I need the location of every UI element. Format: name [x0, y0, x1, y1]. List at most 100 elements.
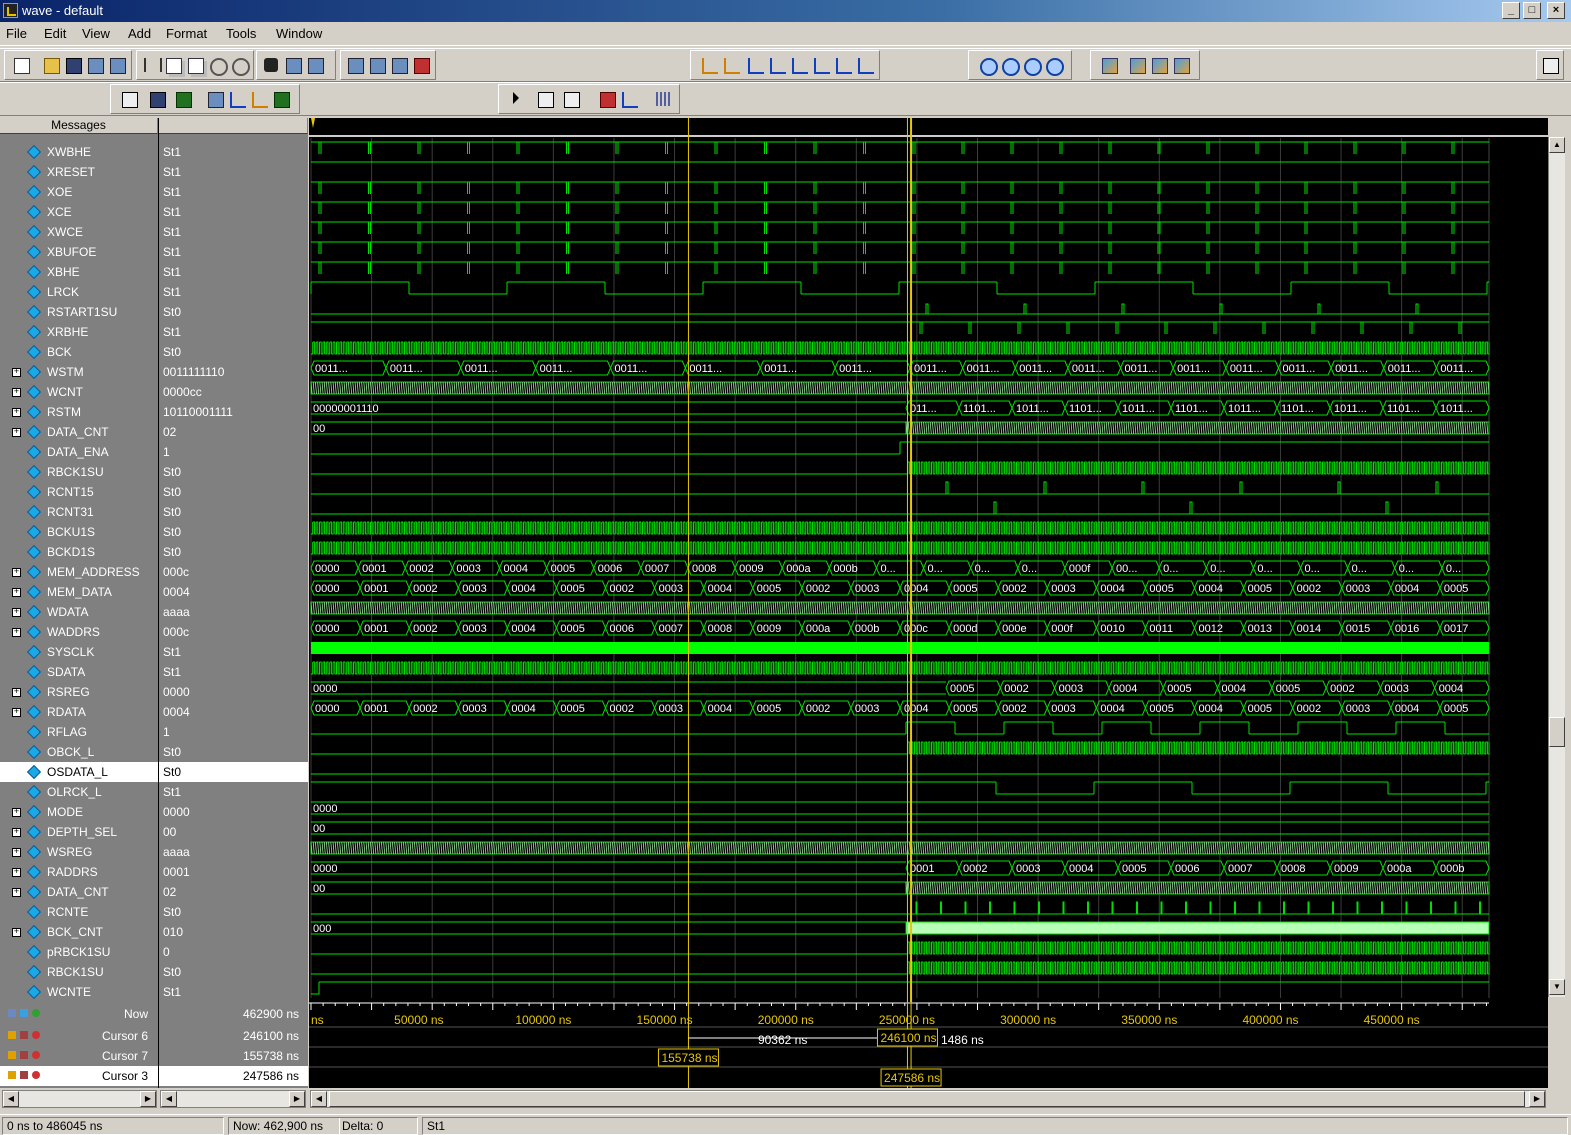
values-hscrollbar[interactable]: ◀ ▶	[160, 1090, 306, 1108]
menu-file[interactable]: File	[6, 26, 27, 41]
wave-hscrollbar[interactable]: ◀ ▶	[310, 1090, 1546, 1108]
expand-icon[interactable]: +	[12, 708, 21, 717]
signal-row-osdata_l[interactable]: OSDATA_L	[0, 762, 158, 782]
signal-row-bcku1s[interactable]: BCKU1S	[0, 522, 158, 542]
signal-row-rstart1su[interactable]: RSTART1SU	[0, 302, 158, 322]
prev-edge-icon[interactable]	[745, 55, 765, 75]
signal-row-raddrs[interactable]: + RADDRS	[0, 862, 158, 882]
vertical-scrollbar[interactable]: ▲ ▼	[1548, 137, 1565, 997]
hierarchy-icon[interactable]	[283, 55, 303, 75]
compile-icon[interactable]	[345, 55, 365, 75]
tree-icon[interactable]	[305, 55, 325, 75]
wave-scroll-thumb[interactable]	[329, 1091, 1525, 1107]
minimize-button[interactable]: _	[1502, 2, 1520, 19]
undo-icon[interactable]	[207, 55, 228, 76]
signal-row-obck_l[interactable]: OBCK_L	[0, 742, 158, 762]
signal-row-wdata[interactable]: + WDATA	[0, 602, 158, 622]
cursor-lock-icon[interactable]	[8, 1009, 48, 1019]
signal-row-data_ena[interactable]: DATA_ENA	[0, 442, 158, 462]
signal-row-sdata[interactable]: SDATA	[0, 662, 158, 682]
wave-format-icon[interactable]	[119, 89, 139, 109]
dividers-icon[interactable]	[227, 89, 247, 109]
scroll-left-icon[interactable]: ◀	[3, 1091, 19, 1107]
expand-icon[interactable]: +	[12, 408, 21, 417]
expand-icon[interactable]: +	[12, 888, 21, 897]
expand-icon[interactable]: +	[12, 588, 21, 597]
zoom-cursor-icon[interactable]	[1043, 55, 1064, 76]
signal-row-xrbhe[interactable]: XRBHE	[0, 322, 158, 342]
split-pane-icon[interactable]	[597, 89, 617, 109]
signal-row-rflag[interactable]: RFLAG	[0, 722, 158, 742]
signal-row-rdata[interactable]: + RDATA	[0, 702, 158, 722]
expand-icon[interactable]: +	[12, 568, 21, 577]
cursor-timeline[interactable]: ns 50000 ns 100000 ns 150000 ns 200000 ns 250…	[308, 1002, 1548, 1088]
stop-icon[interactable]	[411, 55, 431, 75]
expand-icon[interactable]: +	[12, 688, 21, 697]
signal-row-mem_address[interactable]: + MEM_ADDRESS	[0, 562, 158, 582]
expand-icon[interactable]: +	[12, 428, 21, 437]
new-file-icon[interactable]	[11, 55, 31, 75]
signal-row-wsreg[interactable]: + WSREG	[0, 842, 158, 862]
signal-row-rbck1su[interactable]: RBCK1SU	[0, 462, 158, 482]
expand-icon[interactable]: +	[12, 388, 21, 397]
insert-cursor-icon[interactable]	[699, 55, 719, 75]
scroll-right-icon[interactable]: ▶	[289, 1091, 305, 1107]
scroll-left-icon[interactable]: ◀	[311, 1091, 327, 1107]
waveform-pane[interactable]: 0011... 0011... 0011... 0011... 0011... 0011.…	[308, 118, 1548, 1002]
edge-format-2-icon[interactable]	[271, 89, 291, 109]
scroll-up-icon[interactable]: ▲	[1549, 137, 1565, 153]
signal-row-lrck[interactable]: LRCK	[0, 282, 158, 302]
signal-row-rcnte[interactable]: RCNTE	[0, 902, 158, 922]
signal-row-mode[interactable]: + MODE	[0, 802, 158, 822]
signal-row-waddrs[interactable]: + WADDRS	[0, 622, 158, 642]
select-mode-icon[interactable]	[507, 89, 527, 109]
signal-row-rcnt31[interactable]: RCNT31	[0, 502, 158, 522]
last-edge-icon[interactable]	[855, 55, 875, 75]
signal-row-xwce[interactable]: XWCE	[0, 222, 158, 242]
scroll-right-icon[interactable]: ▶	[1529, 1091, 1545, 1107]
menu-tools[interactable]: Tools	[226, 26, 256, 41]
names-hscrollbar[interactable]: ◀ ▶	[2, 1090, 157, 1108]
zoom-in-icon[interactable]	[977, 55, 998, 76]
find-icon[interactable]	[261, 55, 281, 75]
redo-icon[interactable]	[229, 55, 250, 76]
signal-row-bck[interactable]: BCK	[0, 342, 158, 362]
signal-row-xce[interactable]: XCE	[0, 202, 158, 222]
signal-row-data_cnt[interactable]: + DATA_CNT	[0, 882, 158, 902]
cursor-row-cursor-3[interactable]: Cursor 3	[0, 1066, 158, 1086]
signal-row-xwbhe[interactable]: XWBHE	[0, 142, 158, 162]
signal-row-xbufoe[interactable]: XBUFOE	[0, 242, 158, 262]
edge-format-icon[interactable]	[249, 89, 269, 109]
menu-window[interactable]: Window	[276, 26, 322, 41]
dataflow-icon[interactable]	[367, 55, 387, 75]
open-folder-icon[interactable]	[41, 55, 61, 75]
radix-icon[interactable]	[205, 89, 225, 109]
break-icon[interactable]	[389, 55, 409, 75]
signal-row-rbck1su[interactable]: RBCK1SU	[0, 962, 158, 982]
menu-add[interactable]: Add	[128, 26, 151, 41]
expand-icon[interactable]: +	[12, 608, 21, 617]
cursor-lock-icon[interactable]	[8, 1031, 48, 1041]
print-icon[interactable]	[107, 55, 127, 75]
cursor-lock-icon[interactable]	[8, 1071, 48, 1081]
cut-icon[interactable]	[141, 55, 162, 75]
menu-view[interactable]: View	[82, 26, 110, 41]
signal-row-rstm[interactable]: + RSTM	[0, 402, 158, 422]
paste-icon[interactable]	[185, 55, 205, 75]
expand-icon[interactable]: +	[12, 928, 21, 937]
next-edge-icon[interactable]	[767, 55, 787, 75]
zoom-out-icon[interactable]	[999, 55, 1020, 76]
maximize-button[interactable]: □	[1523, 2, 1541, 19]
save-icon[interactable]	[63, 55, 83, 75]
signal-row-xreset[interactable]: XRESET	[0, 162, 158, 182]
zoom-full-icon[interactable]	[1021, 55, 1042, 76]
signal-row-depth_sel[interactable]: + DEPTH_SEL	[0, 822, 158, 842]
compare-end-icon[interactable]	[1171, 55, 1191, 75]
signal-row-olrck_l[interactable]: OLRCK_L	[0, 782, 158, 802]
first-edge-icon[interactable]	[789, 55, 809, 75]
undock-icon[interactable]	[1540, 55, 1560, 75]
signal-row-prbck1su[interactable]: pRBCK1SU	[0, 942, 158, 962]
compare-start-icon[interactable]	[1099, 55, 1119, 75]
signal-row-rcnt15[interactable]: RCNT15	[0, 482, 158, 502]
cursor-row-cursor-6[interactable]: Cursor 6	[0, 1026, 158, 1046]
